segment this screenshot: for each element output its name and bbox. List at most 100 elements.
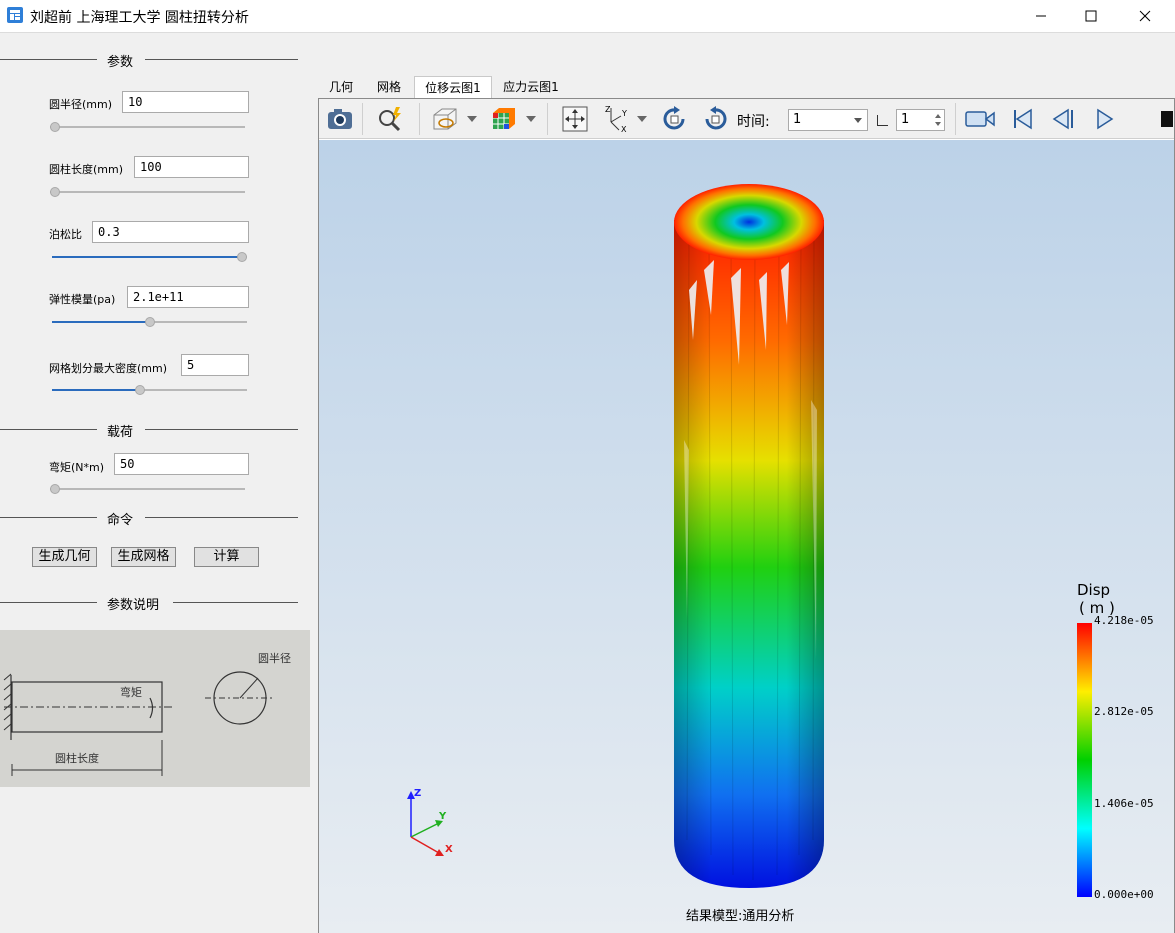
rotate-cw-button[interactable] — [659, 103, 691, 135]
slider-thumb[interactable] — [50, 187, 60, 197]
play-icon — [1097, 108, 1114, 130]
divider — [0, 517, 97, 518]
slider-track — [50, 488, 245, 490]
poisson-input[interactable]: 0.3 — [92, 221, 249, 243]
section-command-title: 命令 — [107, 513, 134, 528]
svg-text:Z: Z — [605, 105, 611, 114]
dropdown-arrow-icon[interactable] — [526, 116, 536, 122]
step-spinbox[interactable]: 1 — [896, 109, 945, 131]
moment-slider[interactable] — [50, 483, 245, 495]
moment-input[interactable]: 50 — [114, 453, 249, 475]
toolbar-overflow-icon[interactable] — [1161, 111, 1173, 127]
color-map-button[interactable] — [487, 103, 519, 135]
window-title: 刘超前 上海理工大学 圆柱扭转分析 — [30, 10, 249, 26]
time-select[interactable]: 1 — [788, 109, 868, 131]
slider-thumb[interactable] — [144, 317, 155, 327]
length-input[interactable]: 100 — [134, 156, 249, 178]
display-mode-button[interactable] — [429, 103, 461, 135]
screenshot-button[interactable] — [324, 103, 356, 135]
maximize-button[interactable] — [1068, 0, 1114, 32]
param-label-moment: 弯矩(N*m) — [49, 461, 105, 474]
app-icon — [7, 7, 23, 23]
sketch-drawing: 弯矩 圆柱长度 圆半径 — [0, 630, 310, 787]
prev-frame-button[interactable] — [1047, 103, 1079, 135]
spin-up-icon[interactable] — [935, 114, 941, 118]
legend-tick: 2.812e-05 — [1094, 705, 1154, 718]
play-button[interactable] — [1088, 103, 1120, 135]
tab-geometry[interactable]: 几何 — [320, 76, 362, 98]
mesh-density-input[interactable]: 5 — [181, 354, 249, 376]
radius-input[interactable]: 10 — [122, 91, 249, 113]
maximize-icon — [1085, 10, 1097, 22]
axes-orientation-button[interactable]: Z Y X — [602, 103, 634, 135]
length-slider[interactable] — [50, 186, 245, 198]
camera-icon — [328, 109, 352, 129]
compute-button[interactable]: 计算 — [194, 547, 259, 567]
divider — [0, 59, 97, 60]
chevron-down-icon — [854, 118, 862, 123]
toolbar-separator — [419, 103, 420, 135]
tab-stress[interactable]: 应力云图1 — [498, 76, 564, 98]
modulus-input[interactable]: 2.1e+11 — [127, 286, 249, 308]
rotate-ccw-button[interactable] — [699, 103, 731, 135]
axes-triad-icon: Z Y X — [407, 788, 453, 856]
section-load-title: 载荷 — [107, 425, 134, 440]
toolbar-separator — [362, 103, 363, 135]
result-model-label: 结果模型:通用分析 — [686, 909, 795, 924]
legend-tick-min: 0.000e+00 — [1094, 888, 1154, 901]
step-spinbox-value: 1 — [901, 112, 910, 127]
time-select-value: 1 — [793, 112, 802, 127]
radius-slider[interactable] — [50, 121, 245, 133]
rotate-cw-icon — [663, 106, 685, 130]
title-bar: 刘超前 上海理工大学 圆柱扭转分析 — [0, 0, 1175, 33]
generate-geometry-button[interactable]: 生成几何 — [32, 547, 97, 567]
generate-mesh-button[interactable]: 生成网格 — [111, 547, 176, 567]
slider-track — [50, 126, 245, 128]
sketch-label-length: 圆柱长度 — [55, 751, 99, 765]
result-tabs: 几何 网格 位移云图1 应力云图1 — [320, 76, 1175, 98]
slider-thumb[interactable] — [135, 385, 146, 395]
spin-down-icon[interactable] — [935, 122, 941, 126]
record-button[interactable] — [964, 103, 996, 135]
minimize-button[interactable] — [1018, 0, 1064, 32]
legend-title: Disp — [1077, 581, 1111, 599]
tab-mesh[interactable]: 网格 — [368, 76, 410, 98]
divider — [145, 429, 298, 430]
section-description-title: 参数说明 — [107, 598, 160, 613]
fit-view-button[interactable] — [559, 103, 591, 135]
dropdown-arrow-icon[interactable] — [637, 116, 647, 122]
param-label-radius: 圆半径(mm) — [49, 98, 113, 111]
minimize-icon — [1036, 15, 1046, 17]
svg-text:Y: Y — [621, 109, 627, 118]
slider-track — [50, 191, 245, 193]
axis-x-label: X — [445, 844, 453, 855]
mesh-density-slider[interactable] — [52, 384, 247, 396]
result-viewer: Z Y X 时间: 1 1 Z Y X Disp (m) 4.218e-05… — [318, 98, 1175, 933]
divider — [145, 59, 298, 60]
parameter-sketch-image: 弯矩 圆柱长度 圆半径 — [0, 630, 310, 787]
section-description-header: 参数说明 — [0, 594, 300, 613]
slider-thumb[interactable] — [237, 252, 247, 262]
step-checkbox[interactable] — [877, 115, 888, 126]
axis-z-label: Z — [414, 788, 421, 799]
sketch-label-radius: 圆半径 — [258, 651, 291, 665]
modulus-slider[interactable] — [52, 316, 247, 328]
section-params-title: 参数 — [107, 55, 134, 70]
dropdown-arrow-icon[interactable] — [467, 116, 477, 122]
first-frame-button[interactable] — [1007, 103, 1039, 135]
section-params-header: 参数 — [0, 51, 300, 70]
param-label-length: 圆柱长度(mm) — [49, 163, 124, 176]
slider-thumb[interactable] — [50, 484, 60, 494]
slider-fill — [52, 389, 141, 391]
slider-thumb[interactable] — [50, 122, 60, 132]
zoom-select-button[interactable] — [374, 103, 406, 135]
render-canvas[interactable]: Z Y X Disp ( m ) 4.218e-05 2.812e-05 1.4… — [319, 140, 1174, 933]
tab-displacement[interactable]: 位移云图1 — [414, 76, 492, 98]
axes-icon: Z Y X — [605, 105, 627, 134]
close-button[interactable] — [1122, 0, 1168, 32]
rotate-ccw-icon — [705, 106, 727, 130]
poisson-slider[interactable] — [52, 251, 247, 263]
first-frame-icon — [1014, 108, 1032, 130]
section-command-header: 命令 — [0, 509, 300, 528]
param-label-mesh-density: 网格划分最大密度(mm) — [49, 362, 168, 375]
